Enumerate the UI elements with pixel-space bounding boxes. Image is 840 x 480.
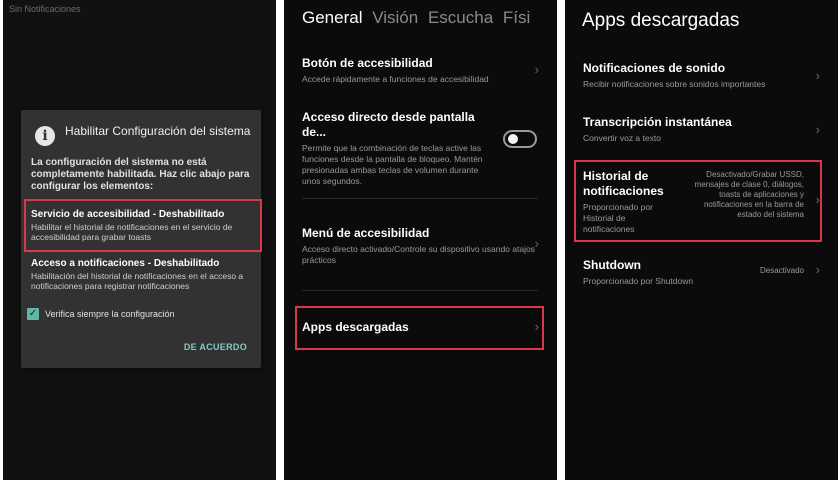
tab-hearing[interactable]: Escucha [428,8,493,27]
info-icon: i [35,126,55,146]
chevron-right-icon: › [534,62,539,77]
row-description: Accede rápidamente a funciones de accesi… [302,74,489,84]
section-divider [302,290,538,291]
chevron-right-icon: › [534,236,539,251]
row-downloaded-apps[interactable]: Apps descargadas [302,320,538,335]
option-title: Acceso a notificaciones - Deshabilitado [31,258,220,269]
row-description: Proporcionado por Historial de notificac… [583,202,653,234]
always-check-label: Verifica siempre la configuración [45,309,175,319]
row-title: Menú de accesibilidad [302,226,430,240]
screenshot-collage: Sin Notificaciones i Habilitar Configura… [0,0,840,480]
tab-bar: General Visión Escucha Físi [302,8,557,28]
row-accessibility-button[interactable]: Botón de accesibilidad Accede rápidament… [302,56,538,85]
chevron-right-icon: › [815,192,820,207]
row-title: Acceso directo desde pantalla de... [302,110,475,139]
option-accessibility-service[interactable]: Servicio de accesibilidad - Deshabilitad… [31,209,256,242]
option-description: Habilitación del historial de notificaci… [31,271,244,291]
row-description: Permite que la combinación de teclas act… [302,143,483,186]
dialog-message: La configuración del sistema no está com… [31,157,250,192]
section-divider [302,198,538,199]
panel-accessibility-settings: General Visión Escucha Físi Botón de acc… [284,0,557,480]
page-title: Apps descargadas [582,10,740,31]
chevron-right-icon: › [815,68,820,83]
tab-vision[interactable]: Visión [372,8,418,27]
row-live-transcribe[interactable]: Transcripción instantánea Convertir voz … [583,115,819,144]
option-title: Servicio de accesibilidad - Deshabilitad… [31,209,225,220]
row-title: Transcripción instantánea [583,115,732,129]
ok-button[interactable]: DE ACUERDO [184,342,247,352]
chevron-right-icon: › [815,262,820,277]
row-title: Botón de accesibilidad [302,56,433,70]
row-title: Notificaciones de sonido [583,61,726,75]
row-notification-history[interactable]: Historial de notificaciones Proporcionad… [583,169,673,235]
row-sound-notifications[interactable]: Notificaciones de sonido Recibir notific… [583,61,819,90]
row-title: Historial de notificaciones [583,169,664,198]
row-description: Recibir notificaciones sobre sonidos imp… [583,79,766,89]
dialog-title: Habilitar Configuración del sistema [65,124,251,138]
row-accessibility-menu[interactable]: Menú de accesibilidad Acceso directo act… [302,226,538,266]
row-title: Apps descargadas [302,320,409,334]
tab-physical[interactable]: Físi [503,8,530,27]
row-description: Acceso directo activado/Controle su disp… [302,244,535,265]
toggle-knob [508,134,518,144]
always-check-checkbox[interactable]: ✓ [27,308,39,320]
panel-downloaded-apps: Apps descargadas Notificaciones de sonid… [565,0,838,480]
lockscreen-shortcut-toggle[interactable] [503,130,537,148]
option-notification-access[interactable]: Acceso a notificaciones - Deshabilitado … [31,258,256,291]
notification-history-status: Desactivado/Grabar USSD, mensajes de cla… [694,170,804,219]
chevron-right-icon: › [815,122,820,137]
tab-general[interactable]: General [302,8,362,27]
chevron-right-icon: › [534,319,539,334]
always-check-row[interactable]: ✓ Verifica siempre la configuración [27,308,175,320]
panel-system-config-dialog: Sin Notificaciones i Habilitar Configura… [3,0,276,480]
row-description: Convertir voz a texto [583,133,661,143]
row-description: Proporcionado por Shutdown [583,276,694,286]
option-description: Habilitar el historial de notificaciones… [31,222,233,242]
shutdown-status: Desactivado [759,266,804,275]
enable-config-dialog: i Habilitar Configuración del sistema La… [21,110,262,368]
status-text: Sin Notificaciones [9,4,81,14]
row-lockscreen-shortcut[interactable]: Acceso directo desde pantalla de... Perm… [302,110,492,187]
